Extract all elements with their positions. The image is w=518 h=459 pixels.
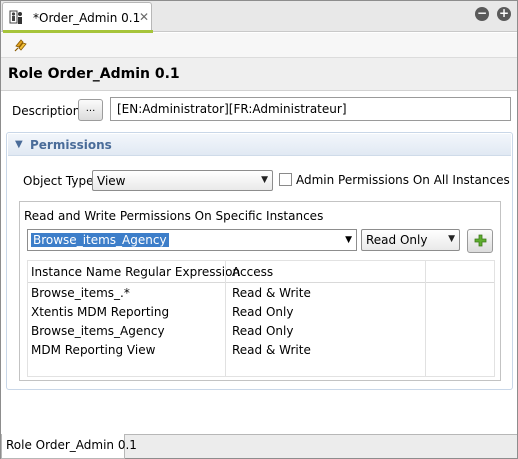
bottom-tab-strip: Role Order_Admin 0.1 bbox=[1, 434, 517, 459]
chevron-down-icon: ▼ bbox=[448, 234, 455, 244]
permissions-section-header[interactable]: ▼ Permissions bbox=[8, 134, 511, 156]
close-icon[interactable]: ✕ bbox=[139, 10, 149, 24]
add-permission-button[interactable] bbox=[467, 229, 493, 253]
form-header: Role Order_Admin 0.1 bbox=[1, 57, 517, 91]
toolbar bbox=[1, 33, 517, 57]
refresh-icon[interactable] bbox=[13, 37, 29, 53]
maximize-icon[interactable]: + bbox=[497, 7, 511, 21]
column-header-instance[interactable]: Instance Name Regular Expression bbox=[31, 265, 240, 279]
object-type-select[interactable]: View ▼ bbox=[92, 170, 273, 191]
access-select[interactable]: Read Only ▼ bbox=[361, 229, 460, 251]
access-cell: Read & Write bbox=[232, 286, 311, 300]
editor-window: *Order_Admin 0.1 ✕ − + Role Order_Admin … bbox=[0, 0, 518, 459]
admin-permissions-label: Admin Permissions On All Instances bbox=[296, 173, 510, 187]
chevron-down-icon[interactable]: ▼ bbox=[345, 235, 352, 245]
access-value: Read Only bbox=[366, 233, 428, 247]
access-cell: Read & Write bbox=[232, 343, 311, 357]
table-row[interactable]: Browse_items_Agency Read Only bbox=[28, 322, 494, 341]
role-icon bbox=[9, 10, 22, 24]
permissions-title: Permissions bbox=[30, 138, 112, 152]
object-type-value: View bbox=[97, 174, 126, 188]
instance-cell: Browse_items_Agency bbox=[31, 324, 165, 338]
table-row[interactable]: Xtentis MDM Reporting Read Only bbox=[28, 303, 494, 322]
description-field[interactable]: [EN:Administrator][FR:Administrateur] bbox=[110, 97, 511, 121]
permissions-table: Instance Name Regular Expression Access … bbox=[27, 260, 495, 377]
bottom-tab-label: Role Order_Admin 0.1 bbox=[6, 438, 137, 452]
table-row[interactable]: MDM Reporting View Read & Write bbox=[28, 341, 494, 360]
instance-cell: MDM Reporting View bbox=[31, 343, 156, 357]
column-header-access[interactable]: Access bbox=[232, 265, 273, 279]
editor-tab-strip: *Order_Admin 0.1 ✕ − + bbox=[1, 1, 517, 33]
admin-permissions-checkbox[interactable] bbox=[279, 173, 292, 186]
instance-cell: Browse_items_.* bbox=[31, 286, 130, 300]
plus-icon bbox=[474, 234, 487, 247]
minimize-icon[interactable]: − bbox=[475, 7, 489, 21]
page-title: Role Order_Admin 0.1 bbox=[8, 66, 180, 82]
edit-description-button[interactable]: ... bbox=[78, 99, 103, 121]
chevron-down-icon: ▼ bbox=[261, 175, 268, 185]
instance-cell: Xtentis MDM Reporting bbox=[31, 305, 170, 319]
object-type-label: Object Type bbox=[23, 174, 94, 188]
table-row[interactable]: Browse_items_.* Read & Write bbox=[28, 284, 494, 303]
description-label: Description bbox=[12, 104, 81, 118]
access-cell: Read Only bbox=[232, 305, 294, 319]
bottom-tab-role[interactable]: Role Order_Admin 0.1 bbox=[1, 434, 137, 459]
editor-tab[interactable]: *Order_Admin 0.1 ✕ bbox=[2, 2, 153, 33]
editor-tab-title: *Order_Admin 0.1 bbox=[33, 11, 141, 25]
instance-name-value: Browse_items_Agency bbox=[31, 233, 169, 247]
access-cell: Read Only bbox=[232, 324, 294, 338]
expand-arrow-icon[interactable]: ▼ bbox=[15, 139, 23, 150]
instance-permissions-title: Read and Write Permissions On Specific I… bbox=[24, 209, 324, 223]
instance-name-combo[interactable]: Browse_items_Agency ▼ bbox=[27, 229, 357, 251]
